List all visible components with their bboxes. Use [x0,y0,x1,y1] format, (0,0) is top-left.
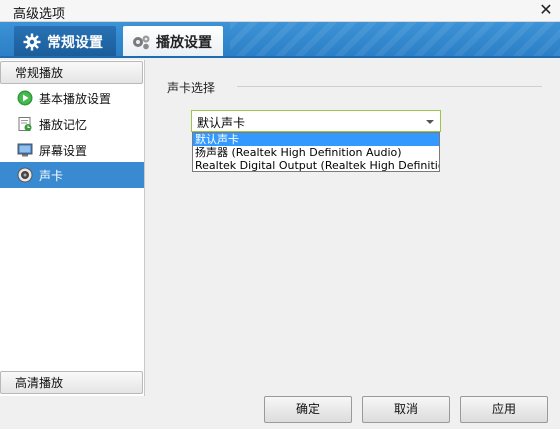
section-divider [237,86,542,87]
sidebar-item-label: 基本播放设置 [39,91,112,106]
sidebar-item-label: 声卡 [39,168,64,183]
soundcard-select[interactable]: 默认声卡 [191,110,441,132]
dropdown-option[interactable]: 扬声器 (Realtek High Definition Audio) [193,146,439,159]
sidebar-item-sound-card[interactable]: 声卡 [0,162,144,188]
tab-bar: 常规设置 播放设置 [0,22,560,58]
chevron-down-icon[interactable] [426,120,434,124]
sidebar-item-screen-settings[interactable]: 屏幕设置 [0,137,144,163]
window-title: 高级选项 [13,7,66,22]
sidebar-item-label: 播放记忆 [39,117,88,132]
soundcard-dropdown-list: 默认声卡 扬声器 (Realtek High Definition Audio)… [192,132,440,172]
memory-icon [16,116,33,133]
section-title: 声卡选择 [167,81,216,95]
play-circle-icon [16,90,33,107]
soundcard-select-value: 默认声卡 [197,116,246,130]
gear-icon [22,32,42,52]
tab-playback-settings-label: 播放设置 [156,35,212,51]
tab-playback-settings[interactable]: 播放设置 [123,26,223,56]
cancel-button[interactable]: 取消 [362,396,450,423]
sidebar: 常规播放 基本播放设置 播放记忆 屏幕设置 声卡 高清播放 [0,60,145,396]
dropdown-option[interactable]: Realtek Digital Output (Realtek High Def… [193,159,439,171]
tab-general-settings-label: 常规设置 [47,35,103,51]
dropdown-option[interactable]: 默认声卡 [193,133,439,146]
sidebar-group-general-playback[interactable]: 常规播放 [0,61,143,84]
speaker-icon [16,167,33,184]
monitor-icon [16,142,33,159]
ok-button[interactable]: 确定 [264,396,352,423]
sidebar-item-basic-playback[interactable]: 基本播放设置 [0,85,144,111]
close-icon[interactable]: ✕ [537,1,555,19]
apply-button[interactable]: 应用 [460,396,548,423]
gears-icon [131,32,151,52]
tab-general-settings[interactable]: 常规设置 [14,26,116,56]
tab-bar-pattern [230,22,560,56]
sidebar-item-playback-memory[interactable]: 播放记忆 [0,111,144,137]
sidebar-group-hd-playback[interactable]: 高清播放 [0,371,143,394]
sidebar-item-label: 屏幕设置 [39,143,88,158]
title-bar: 高级选项 ✕ [0,0,560,22]
